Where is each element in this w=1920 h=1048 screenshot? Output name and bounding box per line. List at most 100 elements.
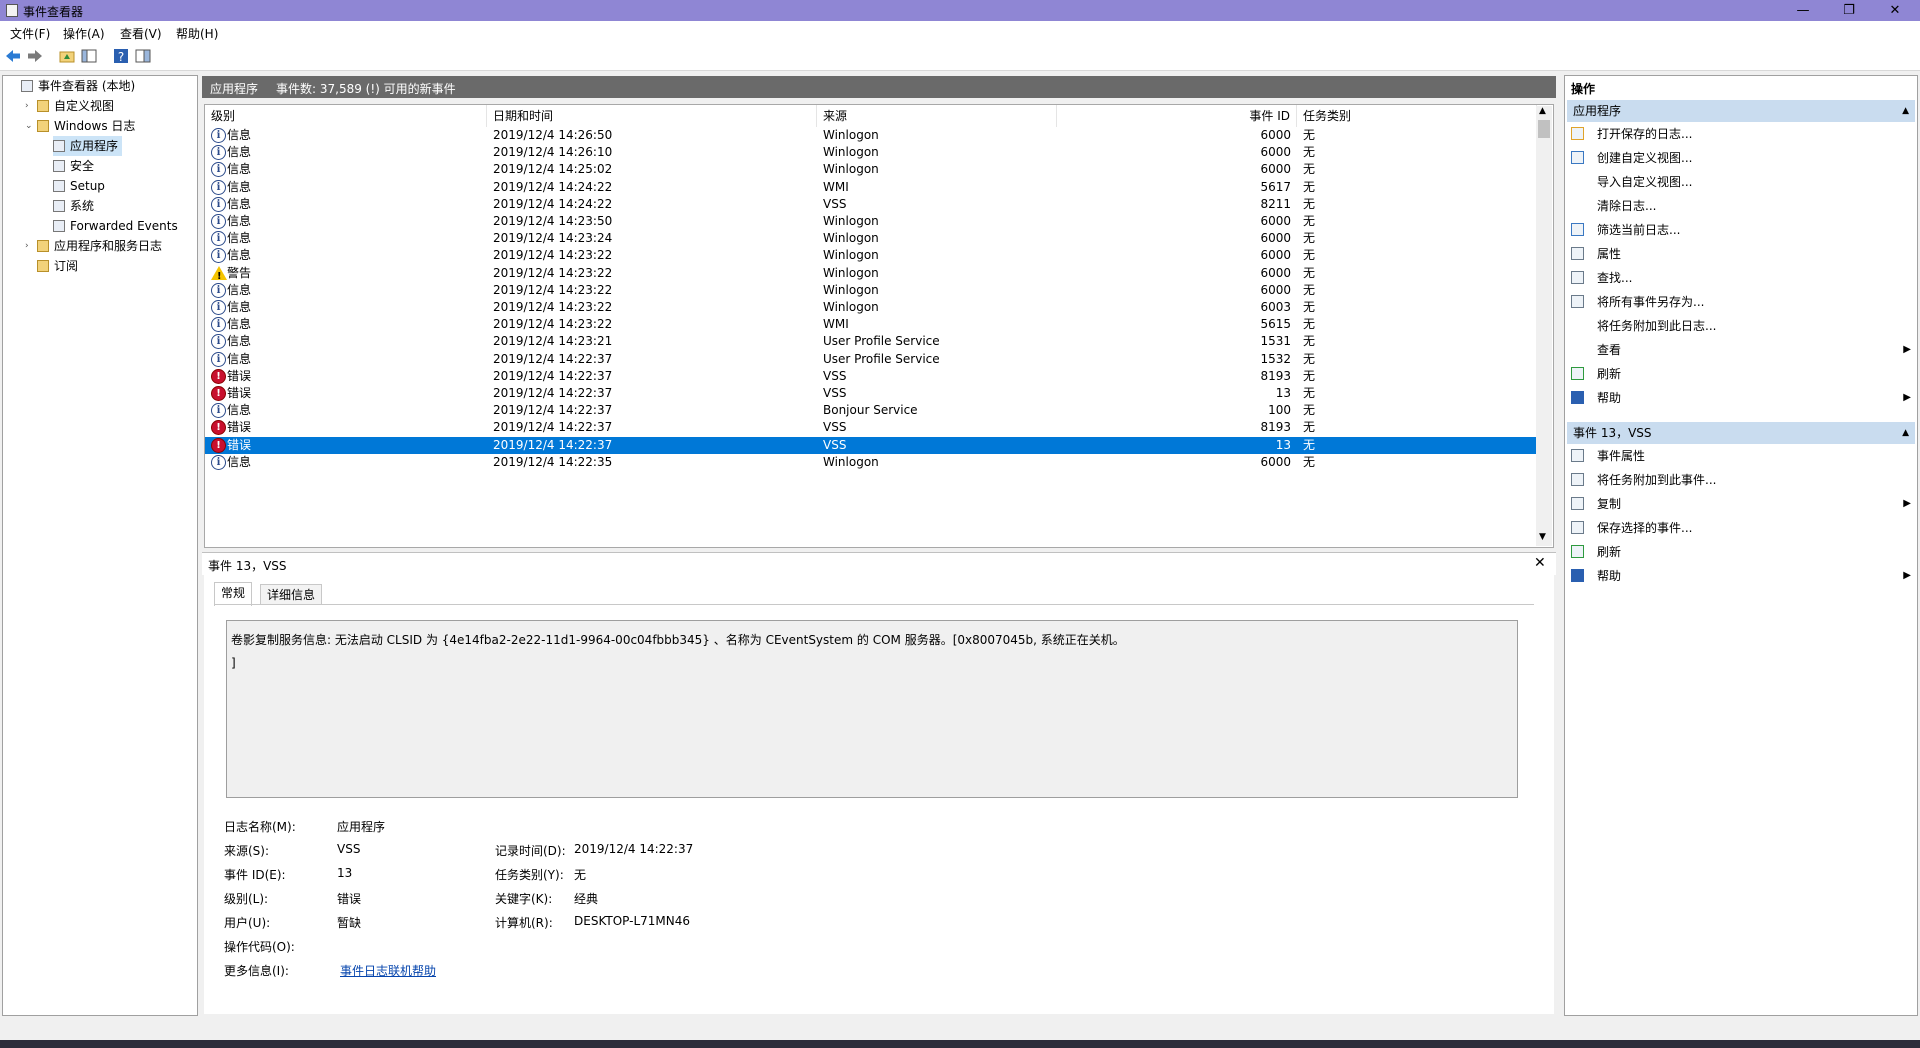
table-row[interactable]: ! 错误 2019/12/4 14:22:37 VSS 13 无 [205, 436, 1537, 454]
show-hide-action-pane-icon[interactable] [134, 47, 152, 65]
action-item[interactable]: 事件属性 [1569, 446, 1913, 466]
tree-item[interactable]: › 应用程序和服务日志 [25, 236, 162, 256]
back-icon[interactable] [4, 47, 22, 65]
action-item[interactable]: 帮助 ▶ [1569, 388, 1913, 408]
table-row[interactable]: i 信息 2019/12/4 14:24:22 VSS 8211 无 [205, 196, 1537, 213]
menu-action[interactable]: 操作(A) [63, 25, 105, 42]
menu-help[interactable]: 帮助(H) [176, 25, 218, 42]
scroll-up-icon[interactable]: ▲ [1539, 106, 1546, 116]
info-icon: i [211, 403, 226, 419]
action-item[interactable]: 筛选当前日志... [1569, 220, 1913, 240]
action-item[interactable]: 将任务附加到此事件... [1569, 470, 1913, 490]
actions-section-event-label: 事件 13，VSS [1573, 426, 1652, 440]
collapsed-chevron-icon[interactable]: › [25, 96, 29, 116]
task-cell: 无 [1303, 265, 1316, 280]
table-row[interactable]: i 信息 2019/12/4 14:23:50 Winlogon 6000 无 [205, 213, 1537, 230]
column-header-source[interactable]: 来源 [817, 105, 1057, 127]
expanded-chevron-icon[interactable]: ⌄ [25, 116, 33, 136]
table-row[interactable]: i 信息 2019/12/4 14:26:50 Winlogon 6000 无 [205, 127, 1537, 144]
level-cell: 信息 [227, 403, 252, 418]
info-icon: i [211, 128, 226, 143]
tree-item[interactable]: Forwarded Events [53, 216, 178, 236]
online-help-link[interactable]: 事件日志联机帮助 [340, 962, 436, 979]
datetime-cell: 2019/12/4 14:22:37 [493, 351, 613, 366]
table-row[interactable]: i 信息 2019/12/4 14:23:22 Winlogon 6000 无 [205, 282, 1537, 299]
action-item[interactable]: 查找... [1569, 268, 1913, 288]
actions-section-event[interactable]: 事件 13，VSS ▲ [1567, 422, 1915, 444]
source-cell: Winlogon [823, 300, 879, 314]
action-item[interactable]: 清除日志... [1569, 196, 1913, 216]
action-item[interactable]: 保存选择的事件... [1569, 518, 1913, 538]
table-row[interactable]: ! 错误 2019/12/4 14:22:37 VSS 13 无 [205, 385, 1537, 402]
event-description[interactable]: 卷影复制服务信息: 无法启动 CLSID 为 {4e14fba2-2e22-11… [226, 620, 1518, 798]
forward-icon[interactable] [26, 47, 44, 65]
up-folder-icon[interactable] [58, 47, 76, 65]
event-count-summary: 事件数: 37,589 (!) 可用的新事件 [276, 82, 456, 96]
tab-general[interactable]: 常规 [214, 582, 253, 606]
show-hide-tree-icon[interactable] [80, 47, 98, 65]
event-list-scrollbar[interactable]: ▲ ▼ [1536, 106, 1552, 546]
info-icon: i [211, 162, 226, 178]
action-item[interactable]: 将任务附加到此日志... [1569, 316, 1913, 336]
info-icon: i [211, 300, 226, 315]
collapse-icon[interactable]: ▲ [1902, 100, 1909, 122]
table-row[interactable]: i 信息 2019/12/4 14:22:35 Winlogon 6000 无 [205, 454, 1537, 471]
table-row[interactable]: i 信息 2019/12/4 14:23:22 Winlogon 6000 无 [205, 247, 1537, 264]
action-item[interactable]: 帮助 ▶ [1569, 566, 1913, 586]
table-row[interactable]: i 信息 2019/12/4 14:23:22 WMI 5615 无 [205, 316, 1537, 333]
tree-item[interactable]: 系统 [53, 196, 94, 216]
tree-item[interactable]: ⌄ Windows 日志 [25, 116, 135, 136]
action-item[interactable]: 刷新 [1569, 542, 1913, 562]
table-row[interactable]: i 信息 2019/12/4 14:26:10 Winlogon 6000 无 [205, 144, 1537, 161]
tree-item[interactable]: Setup [53, 176, 105, 196]
tree-item[interactable]: 事件查看器 (本地) [21, 76, 135, 96]
close-detail-icon[interactable]: ✕ [1534, 555, 1546, 571]
description-line-2: ] [231, 656, 236, 670]
column-header-task-category[interactable]: 任务类别 [1297, 105, 1537, 127]
action-item[interactable]: 打开保存的日志... [1569, 124, 1913, 144]
scrollbar-thumb[interactable] [1538, 120, 1550, 138]
tree-item[interactable]: › 自定义视图 [25, 96, 114, 116]
column-header-datetime[interactable]: 日期和时间 [487, 105, 817, 127]
action-item[interactable]: 创建自定义视图... [1569, 148, 1913, 168]
event-list[interactable]: 级别 日期和时间 来源 事件 ID 任务类别 i 信息 2019/12/4 14:2… [204, 104, 1554, 548]
column-header-event-id[interactable]: 事件 ID [1057, 105, 1297, 127]
menu-file[interactable]: 文件(F) [10, 25, 50, 42]
table-row[interactable]: i 信息 2019/12/4 14:24:22 WMI 5617 无 [205, 179, 1537, 196]
action-item-label: 查看 [1597, 343, 1622, 357]
action-item[interactable]: 属性 [1569, 244, 1913, 264]
table-row[interactable]: ! 错误 2019/12/4 14:22:37 VSS 8193 无 [205, 368, 1537, 385]
collapse-icon[interactable]: ▲ [1902, 422, 1909, 444]
action-item[interactable]: 将所有事件另存为... [1569, 292, 1913, 312]
collapsed-chevron-icon[interactable]: › [25, 236, 29, 256]
column-header-level[interactable]: 级别 [205, 105, 487, 127]
submenu-arrow-icon: ▶ [1903, 498, 1911, 509]
action-item[interactable]: 导入自定义视图... [1569, 172, 1913, 192]
table-row[interactable]: ! 错误 2019/12/4 14:22:37 VSS 8193 无 [205, 419, 1537, 436]
minimize-button[interactable]: — [1780, 0, 1826, 21]
task-cell: 无 [1303, 145, 1316, 160]
table-row[interactable]: ! 警告 2019/12/4 14:23:22 Winlogon 6000 无 [205, 265, 1537, 282]
action-item[interactable]: 复制 ▶ [1569, 494, 1913, 514]
close-button[interactable]: ✕ [1872, 0, 1918, 21]
table-row[interactable]: i 信息 2019/12/4 14:22:37 Bonjour Service 100 无 [205, 402, 1537, 419]
action-item[interactable]: 刷新 [1569, 364, 1913, 384]
help-icon [1571, 391, 1584, 404]
table-row[interactable]: i 信息 2019/12/4 14:23:22 Winlogon 6003 无 [205, 299, 1537, 316]
info-icon: i [211, 334, 226, 350]
tree-item[interactable]: 订阅 [37, 256, 78, 276]
help-icon[interactable]: ? [112, 47, 130, 65]
action-item[interactable]: 查看 ▶ [1569, 340, 1913, 360]
maximize-button[interactable]: ❐ [1826, 0, 1872, 21]
window-title: 事件查看器 [23, 5, 84, 19]
table-row[interactable]: i 信息 2019/12/4 14:22:37 User Profile Servic… [205, 351, 1537, 368]
tab-details[interactable]: 详细信息 [260, 584, 323, 605]
table-row[interactable]: i 信息 2019/12/4 14:23:21 User Profile Servic… [205, 333, 1537, 350]
tree-item[interactable]: 安全 [53, 156, 94, 176]
tree-item[interactable]: 应用程序 [53, 136, 123, 156]
menu-view[interactable]: 查看(V) [120, 25, 162, 42]
actions-section-log[interactable]: 应用程序 ▲ [1567, 100, 1915, 122]
table-row[interactable]: i 信息 2019/12/4 14:25:02 Winlogon 6000 无 [205, 161, 1537, 178]
table-row[interactable]: i 信息 2019/12/4 14:23:24 Winlogon 6000 无 [205, 230, 1537, 247]
scroll-down-icon[interactable]: ▼ [1539, 532, 1546, 542]
